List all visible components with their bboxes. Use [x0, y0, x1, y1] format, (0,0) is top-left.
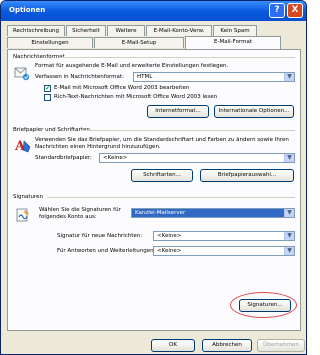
- chevron-down-icon: ▼: [284, 73, 294, 81]
- close-button[interactable]: X: [287, 3, 303, 18]
- section-divider: [81, 130, 295, 131]
- tab-content-panel: [7, 49, 301, 331]
- internet-format-button[interactable]: Internetformat...: [147, 105, 209, 118]
- tab-spam[interactable]: Kein Spam: [213, 25, 257, 36]
- format-description: Format für ausgehende E-Mail und erweite…: [35, 63, 229, 69]
- word-edit-checkbox[interactable]: ✔: [44, 85, 51, 92]
- new-message-signature-select[interactable]: <Keine> ▼: [153, 231, 295, 241]
- options-dialog: Optionen ? X Rechtschreibung Sicherheit …: [0, 0, 307, 355]
- tab-spelling[interactable]: Rechtschreibung: [7, 25, 65, 36]
- stationery-picker-button[interactable]: Briefpapierauswahl...: [200, 169, 294, 182]
- fonts-button[interactable]: Schriftarten...: [131, 169, 193, 182]
- tab-mail-account-mgmt[interactable]: E-Mail-Konto-Verw.: [146, 25, 212, 36]
- default-stationery-select[interactable]: <Keine> ▼: [99, 153, 295, 163]
- ok-button[interactable]: OK: [151, 339, 195, 352]
- chevron-down-icon: ▼: [284, 232, 294, 240]
- signature-account-value: Kanzlei-Mailserver: [135, 210, 186, 216]
- chevron-down-icon: ▼: [284, 209, 294, 217]
- international-options-button[interactable]: Internationale Optionen...: [214, 105, 294, 118]
- chevron-down-icon: ▼: [284, 154, 294, 162]
- signature-account-description: Wählen Sie die Signaturen für folgendes …: [39, 207, 121, 220]
- tab-preferences[interactable]: Einstellungen: [7, 37, 93, 48]
- signature-icon: [16, 208, 29, 222]
- mail-format-icon: [14, 67, 30, 81]
- tab-mail-setup[interactable]: E-Mail-Setup: [94, 37, 184, 48]
- reply-signature-value: <Keine>: [157, 248, 182, 254]
- default-stationery-label: Standardbriefpapier:: [35, 155, 92, 161]
- reply-signature-label: Für Antworten und Weiterleitungen:: [57, 248, 156, 254]
- help-button[interactable]: ?: [269, 3, 285, 18]
- stationery-icon: A: [14, 139, 31, 154]
- signatures-heading: Signaturen: [13, 194, 44, 200]
- tab-mail-format[interactable]: E-Mail-Format: [185, 36, 281, 49]
- window-title: Optionen: [9, 6, 46, 14]
- chevron-down-icon: ▼: [284, 247, 294, 255]
- compose-format-value: HTML: [137, 74, 153, 80]
- apply-button[interactable]: Übernehmen: [257, 339, 305, 352]
- signature-account-select[interactable]: Kanzlei-Mailserver ▼: [131, 208, 295, 218]
- section-divider: [59, 57, 295, 58]
- tab-other[interactable]: Weitere: [107, 25, 145, 36]
- default-stationery-value: <Keine>: [103, 155, 128, 161]
- stationery-description: Verwenden Sie das Briefpapier, um die St…: [35, 137, 289, 150]
- message-format-heading: Nachrichtenformat: [13, 54, 65, 60]
- title-bar[interactable]: Optionen ? X: [1, 1, 306, 21]
- word-edit-label: E-Mail mit Microsoft Office Word 2003 be…: [54, 85, 190, 91]
- word-read-checkbox[interactable]: [44, 94, 51, 101]
- new-message-signature-value: <Keine>: [157, 233, 182, 239]
- new-message-signature-label: Signatur für neue Nachrichten:: [57, 233, 143, 239]
- compose-format-label: Verfassen in Nachrichtenformat:: [35, 74, 124, 80]
- cancel-button[interactable]: Abbrechen: [202, 339, 252, 352]
- section-divider: [47, 197, 295, 198]
- reply-signature-select[interactable]: <Keine> ▼: [153, 246, 295, 256]
- tab-security[interactable]: Sicherheit: [66, 25, 106, 36]
- stationery-heading: Briefpapier und Schriftarten: [13, 127, 90, 133]
- word-read-label: Rich-Text-Nachrichten mit Microsoft Offi…: [54, 94, 218, 100]
- compose-format-select[interactable]: HTML ▼: [133, 72, 295, 82]
- signatures-button[interactable]: Signaturen...: [239, 299, 291, 312]
